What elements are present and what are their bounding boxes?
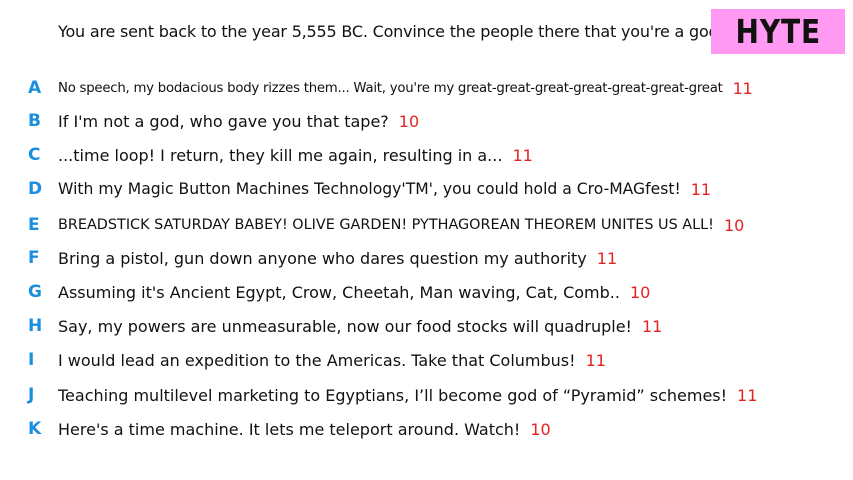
answer-text: ...time loop! I return, they kill me aga… [58,145,503,165]
answer-letter: H [28,316,43,336]
answer-text: Teaching multilevel marketing to Egyptia… [58,385,728,405]
answer-text: I would lead an expedition to the Americ… [58,350,576,370]
answer-letter: D [28,179,43,199]
answer-text: Here's a time machine. It lets me telepo… [58,419,521,439]
answer-score: 10 [723,215,745,235]
answer-letter: F [28,248,40,268]
answer-score: 11 [732,78,753,98]
answer-text: BREADSTICK SATURDAY BABEY! OLIVE GARDEN!… [58,217,714,233]
answer-letter: E [28,215,40,235]
answer-score: 10 [398,111,420,131]
answer-score: 11 [641,316,663,336]
answer-score: 11 [596,248,618,268]
answer-score: 10 [530,419,551,439]
answer-text: Assuming it's Ancient Egypt, Crow, Cheet… [58,282,620,302]
answer-letter: C [28,145,41,165]
answer-list: A No speech, my bodacious body rizzes th… [0,0,853,480]
answer-score: 11 [585,350,606,370]
answer-text: No speech, my bodacious body rizzes them… [58,80,723,96]
answer-text: Say, my powers are unmeasurable, now our… [58,316,632,336]
answer-score: 11 [512,145,533,165]
answer-letter: B [28,111,41,131]
answer-letter: A [28,78,42,98]
answer-score: 11 [737,385,758,405]
answer-letter: J [28,385,35,405]
answer-letter: G [28,282,42,302]
answer-score: 10 [629,282,651,302]
answer-text: Bring a pistol, gun down anyone who dare… [58,248,587,268]
answer-score: 11 [690,179,712,199]
answer-letter: K [28,419,42,439]
answer-text: With my Magic Button Machines Technology… [58,180,681,198]
answer-letter: I [28,350,35,370]
answer-text: If I'm not a god, who gave you that tape… [58,111,389,131]
